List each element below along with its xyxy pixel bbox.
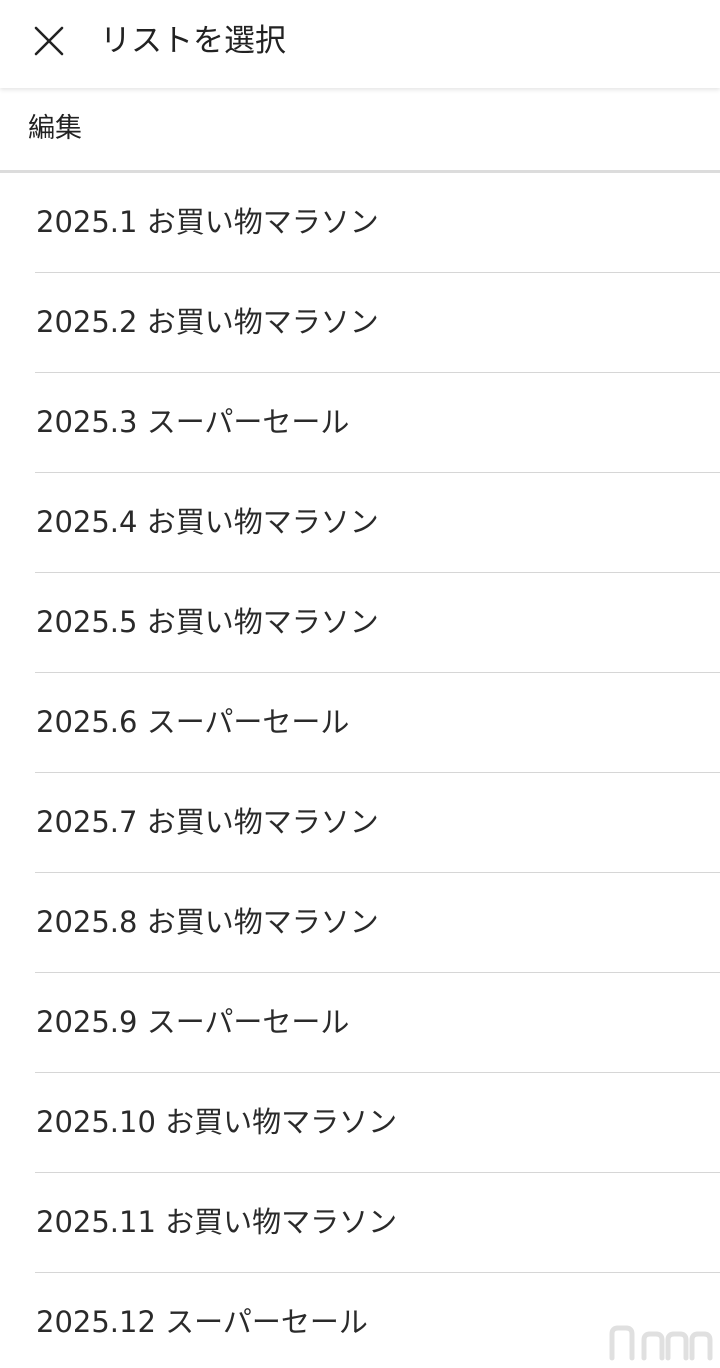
list-item-label: 2025.5 お買い物マラソン bbox=[36, 605, 379, 639]
list-container: 2025.1 お買い物マラソン 2025.2 お買い物マラソン 2025.3 ス… bbox=[0, 173, 720, 1368]
list-item[interactable]: 2025.6 スーパーセール bbox=[35, 673, 720, 773]
list-item-label: 2025.12 スーパーセール bbox=[36, 1305, 368, 1339]
close-button[interactable] bbox=[26, 18, 72, 64]
list-item[interactable]: 2025.9 スーパーセール bbox=[35, 973, 720, 1073]
list-item-label: 2025.6 スーパーセール bbox=[36, 705, 350, 739]
list-item-label: 2025.10 お買い物マラソン bbox=[36, 1105, 398, 1139]
list-item-label: 2025.1 お買い物マラソン bbox=[36, 205, 379, 239]
watermark-logo bbox=[609, 1325, 713, 1361]
list-item[interactable]: 2025.3 スーパーセール bbox=[35, 373, 720, 473]
list-item-label: 2025.11 お買い物マラソン bbox=[36, 1205, 398, 1239]
list-item[interactable]: 2025.11 お買い物マラソン bbox=[35, 1173, 720, 1273]
list-item[interactable]: 2025.8 お買い物マラソン bbox=[35, 873, 720, 973]
list-item-label: 2025.8 お買い物マラソン bbox=[36, 905, 379, 939]
list-item[interactable]: 2025.1 お買い物マラソン bbox=[35, 173, 720, 273]
top-bar: リストを選択 bbox=[0, 0, 720, 88]
list-item[interactable]: 2025.2 お買い物マラソン bbox=[35, 273, 720, 373]
list-item[interactable]: 2025.4 お買い物マラソン bbox=[35, 473, 720, 573]
list-item-label: 2025.2 お買い物マラソン bbox=[36, 305, 379, 339]
edit-toolbar: 編集 bbox=[0, 88, 720, 173]
list-item[interactable]: 2025.7 お買い物マラソン bbox=[35, 773, 720, 873]
list-item-label: 2025.9 スーパーセール bbox=[36, 1005, 350, 1039]
edit-button[interactable]: 編集 bbox=[28, 108, 82, 150]
list-item-label: 2025.3 スーパーセール bbox=[36, 405, 350, 439]
page-title: リストを選択 bbox=[100, 23, 286, 59]
close-icon bbox=[34, 26, 64, 56]
list-item[interactable]: 2025.5 お買い物マラソン bbox=[35, 573, 720, 673]
list-item-label: 2025.4 お買い物マラソン bbox=[36, 505, 379, 539]
list-item[interactable]: 2025.10 お買い物マラソン bbox=[35, 1073, 720, 1173]
list-item-label: 2025.7 お買い物マラソン bbox=[36, 805, 379, 839]
